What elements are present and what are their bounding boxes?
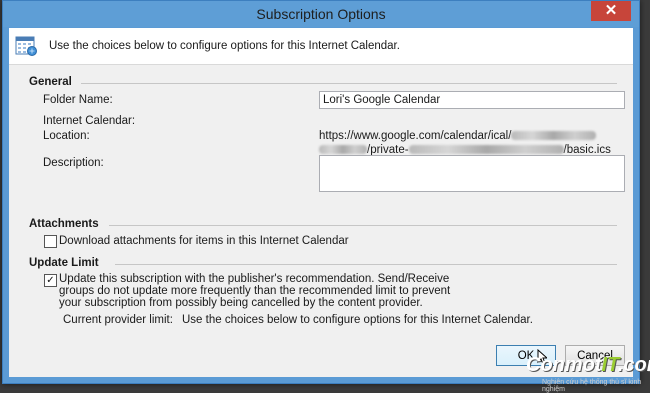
folder-name-label: Folder Name:: [43, 94, 113, 106]
dialog-title: Subscription Options: [256, 6, 386, 22]
calendar-icon: [15, 36, 37, 56]
close-button[interactable]: ✕: [591, 1, 631, 21]
location-line-1: https://www.google.com/calendar/ical/: [319, 129, 611, 143]
current-provider-limit-value: Use the choices below to configure optio…: [182, 314, 533, 326]
download-attachments-checkbox[interactable]: [44, 235, 57, 248]
description-textarea[interactable]: [319, 155, 625, 192]
location-url: https://www.google.com/calendar/ical/ /p…: [319, 129, 611, 157]
general-divider: [81, 83, 617, 84]
update-text-line: groups do not update more frequently tha…: [59, 285, 451, 297]
description-label: Description:: [43, 157, 104, 169]
dialog-body: Use the choices below to configure optio…: [9, 28, 633, 377]
update-limit-header: Update Limit: [29, 257, 99, 269]
watermark-logo: ConmotIT.com Nghiên cứu hệ thống thủ sĩ …: [526, 354, 650, 393]
location-label: Location:: [43, 130, 90, 142]
subscription-options-dialog: Subscription Options ✕ Use the choices b…: [2, 0, 640, 384]
title-bar[interactable]: Subscription Options ✕: [3, 1, 639, 27]
update-text-line: Update this subscription with the publis…: [59, 273, 450, 285]
folder-name-input[interactable]: [319, 91, 625, 109]
location-url-start: https://www.google.com/calendar/ical/: [319, 130, 512, 142]
redacted-url-part: [511, 131, 597, 141]
watermark-text: ConmotIT.com: [526, 354, 650, 376]
update-subscription-label[interactable]: Update this subscription with the publis…: [59, 273, 450, 309]
redacted-url-part: [408, 145, 564, 155]
download-attachments-label[interactable]: Download attachments for items in this I…: [59, 235, 349, 247]
current-provider-limit-label: Current provider limit:: [63, 314, 173, 326]
redacted-url-part: [319, 145, 367, 155]
update-limit-divider: [115, 264, 617, 265]
intro-strip: Use the choices below to configure optio…: [9, 28, 633, 65]
update-subscription-checkbox[interactable]: ✓: [44, 274, 57, 287]
intro-text: Use the choices below to configure optio…: [49, 40, 400, 52]
internet-calendar-label: Internet Calendar:: [43, 115, 136, 127]
attachments-divider: [109, 225, 617, 226]
general-header: General: [29, 76, 72, 88]
attachments-header: Attachments: [29, 218, 99, 230]
update-text-line: your subscription from possibly being ca…: [59, 297, 423, 309]
